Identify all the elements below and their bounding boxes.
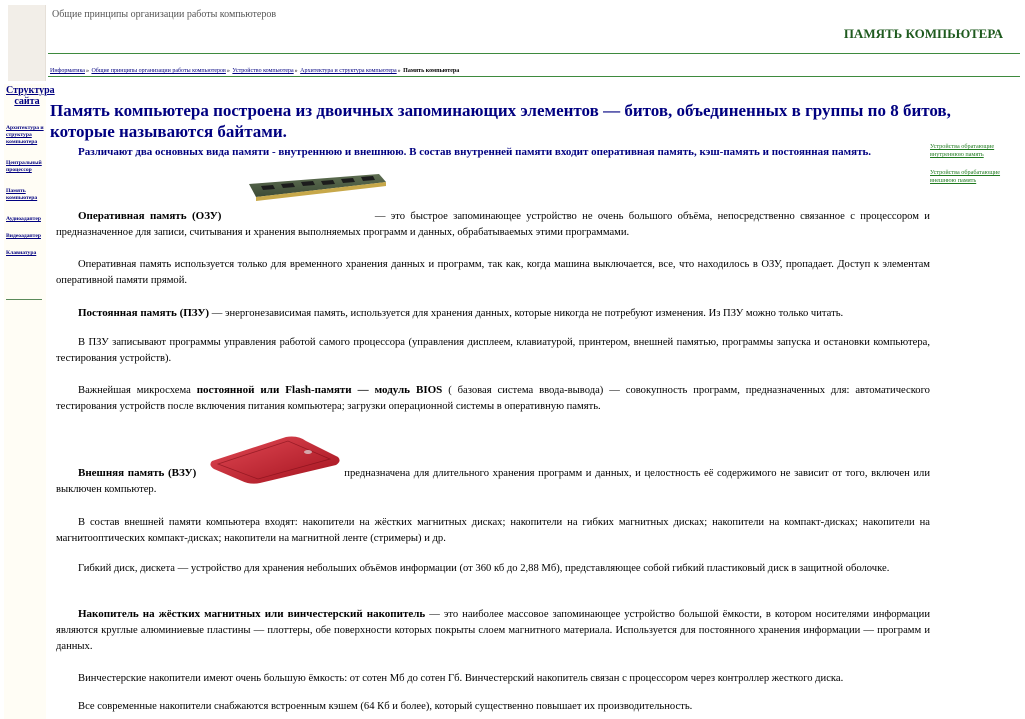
sidebar-item-cpu[interactable]: Центральный процессор [6,160,48,174]
sidebar-item-memory[interactable]: Память компьютера [6,188,48,202]
breadcrumb-link-principles[interactable]: Общие принципы организации работы компью… [91,68,225,74]
term-hdd: Накопитель на жёстких магнитных или винч… [78,608,426,620]
paragraph-external-devices: В состав внешней памяти компьютера входя… [56,517,930,544]
term-rom: Постоянная память (ПЗУ) [78,307,210,319]
paragraph-bios: Важнейшая микросхема постоянной или Flas… [56,382,930,415]
paragraph-ram: Оперативная память (ОЗУ) — это быстрое з… [56,208,930,241]
breadcrumb: Информатика» Общие принципы организации … [50,68,459,74]
ram-module-image [249,174,386,201]
paragraph-rom-programs: В ПЗУ записывают программы управления ра… [56,337,930,364]
paragraph-ram-usage: Оперативная память используется только д… [56,259,930,286]
term-external-memory: Внешняя память (ВЗУ) [78,467,197,479]
header-divider [48,53,1020,54]
paragraph-hdd-capacity: Винчестерские накопители имеют очень бол… [78,673,844,684]
paragraph-floppy: Гибкий диск, дискета — устройство для хр… [78,563,890,574]
subhead: Различают два основных вида памяти - вну… [78,146,872,158]
paragraph-hdd: Накопитель на жёстких магнитных или винч… [56,606,930,655]
breadcrumb-separator: » [85,68,89,74]
breadcrumb-link-informatics[interactable]: Информатика [50,68,85,74]
term-bios: постоянной или Flash-памяти — модуль BIO… [196,384,443,396]
sidebar-item-architecture[interactable]: Архитектура и структура компьютера [6,125,48,146]
sidebar-item-keyboard[interactable]: Клавиатура [6,250,48,257]
headline: Память компьютера построена из двоичных … [50,101,951,141]
paragraph-external: Внешняя память (ВЗУ) предназначена для дл… [56,465,930,498]
right-links: Устройства обратающие внутреннюю память … [930,143,1012,195]
paragraph-rom: Постоянная память (ПЗУ) — энергонезависи… [56,305,930,322]
sidebar-item-audio-adapter[interactable]: Аудиоадаптер [6,216,48,223]
breadcrumb-divider [48,76,1020,77]
breadcrumb-separator: » [226,68,230,74]
term-ram: Оперативная память (ОЗУ) [78,210,222,222]
breadcrumb-link-device[interactable]: Устройство компьютера [232,68,293,74]
breadcrumb-separator: » [294,68,298,74]
sidebar-divider [6,299,42,300]
sidebar-nav: Структура сайта Архитектура и структура … [6,85,55,271]
page-title: ПАМЯТЬ КОМПЬЮТЕРА [843,26,1003,41]
sidebar-item-video-adapter[interactable]: Видеоадаптер [6,233,48,240]
link-internal-memory-devices[interactable]: Устройства обратающие внутреннюю память [930,143,1012,159]
breadcrumb-separator: » [397,68,401,74]
top-caption: Общие принципы организации работы компью… [52,9,277,20]
text-bios-pre: Важнейшая микросхема [78,385,197,396]
link-external-memory-devices[interactable]: Устройства обрабатающие внешнюю память [930,169,1012,185]
breadcrumb-current: Память компьютера [403,68,460,74]
paragraph-hdd-cache: Все современные накопители снабжаются вс… [78,701,693,712]
corner-box [8,5,46,81]
text-rom: — энергонезависимая память, используется… [209,308,844,319]
breadcrumb-link-architecture[interactable]: Архитектура и структура компьютера [300,68,397,74]
sidebar-site-structure[interactable]: Структура сайта [6,85,55,107]
